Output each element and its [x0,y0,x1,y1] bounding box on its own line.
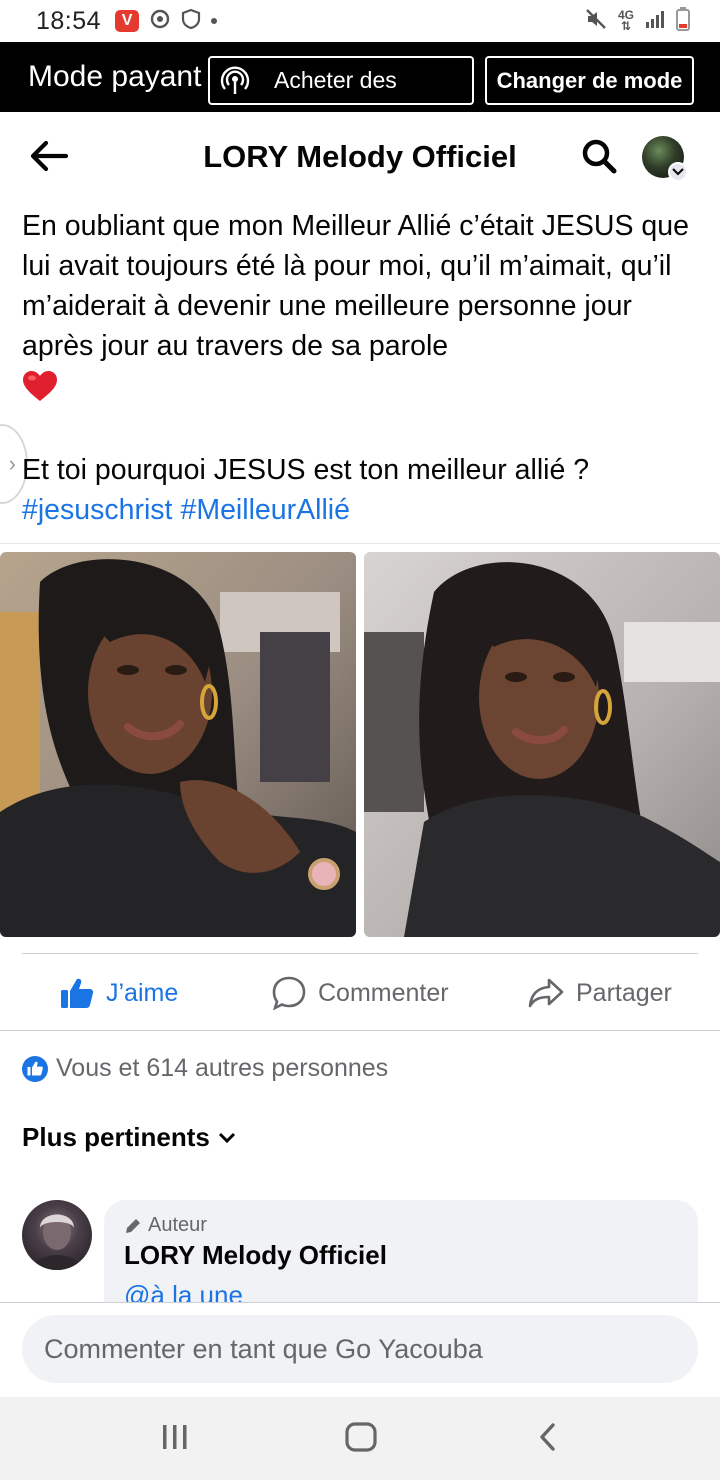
like-reaction-icon [22,1055,48,1082]
comment-input[interactable]: Commenter en tant que Go Yacouba [22,1315,698,1383]
system-nav-bar [0,1397,720,1480]
commenter-avatar[interactable] [22,1200,92,1270]
dot-icon [211,18,218,24]
status-time: 18:54 [36,6,102,35]
page-header: LORY Melody Officiel [0,112,720,202]
post-question: Et toi pourquoi JESUS est ton meilleur a… [22,454,590,486]
signal-icon [644,8,666,35]
battery-icon [676,6,690,36]
status-icons-right: 4G ⇅ [584,6,690,36]
reactions-text: Vous et 614 autres personnes [56,1054,389,1082]
thumbs-up-icon [60,977,94,1009]
chevron-down-icon [668,162,688,182]
share-button[interactable]: Partager [528,970,672,1016]
author-badge-label: Auteur [148,1214,207,1236]
divider [0,543,720,544]
post-text: En oubliant que mon Meilleur Allié c’éta… [22,206,702,413]
recent-apps-icon [160,1424,190,1455]
hashtag-link[interactable]: #MeilleurAllié [180,494,349,526]
shield-icon [181,8,201,35]
divider [22,953,698,954]
share-arrow-icon [528,978,564,1008]
vivaldi-icon: V [115,10,140,32]
post-photo[interactable] [364,552,720,937]
back-chevron-icon [538,1422,558,1457]
buy-label: Acheter des [274,67,397,93]
sort-label: Plus pertinents [22,1122,210,1152]
post-body: En oubliant que mon Meilleur Allié c’éta… [22,210,689,362]
divider [0,1030,720,1031]
like-label: J’aime [106,978,179,1007]
comment-composer: Commenter en tant que Go Yacouba [0,1302,720,1397]
home-icon [345,1421,377,1457]
reactions-summary[interactable]: Vous et 614 autres personnes [22,1054,388,1083]
share-label: Partager [576,978,672,1007]
author-badge: Auteur [124,1214,207,1237]
change-mode-button[interactable]: Changer de mode [485,56,694,105]
mode-label: Mode payant [28,60,202,93]
comment-label: Commenter [318,978,449,1007]
mode-bar: Mode payant Acheter des Changer de mode [0,42,720,112]
sync-icon [149,8,171,35]
hashtag-link[interactable]: #jesuschrist [22,494,172,526]
post-photo[interactable] [0,552,356,937]
buy-button[interactable]: Acheter des [208,56,474,105]
back-nav-button[interactable] [518,1417,578,1461]
broadcast-icon [220,66,250,101]
heart-emoji-icon [22,370,58,413]
network-label: 4G ⇅ [617,8,634,33]
pencil-icon [124,1217,142,1235]
recent-apps-button[interactable] [145,1417,205,1461]
profile-avatar-button[interactable] [642,136,688,182]
search-button[interactable] [580,137,622,179]
status-bar: 18:54 V 4G ⇅ [0,0,720,42]
home-button[interactable] [331,1417,391,1461]
mute-icon [584,7,608,36]
comment-button[interactable]: Commenter [272,970,449,1016]
post-hashtags: #jesuschrist #MeilleurAllié [22,490,358,530]
like-button[interactable]: J’aime [60,970,178,1016]
comments-sort-dropdown[interactable]: Plus pertinents [22,1122,236,1153]
status-icons-left: V [115,8,218,35]
search-icon [580,139,620,181]
comment-author-name[interactable]: LORY Melody Officiel [124,1240,387,1271]
chevron-down-icon [218,1132,236,1144]
comment-bubble-icon [272,976,306,1010]
